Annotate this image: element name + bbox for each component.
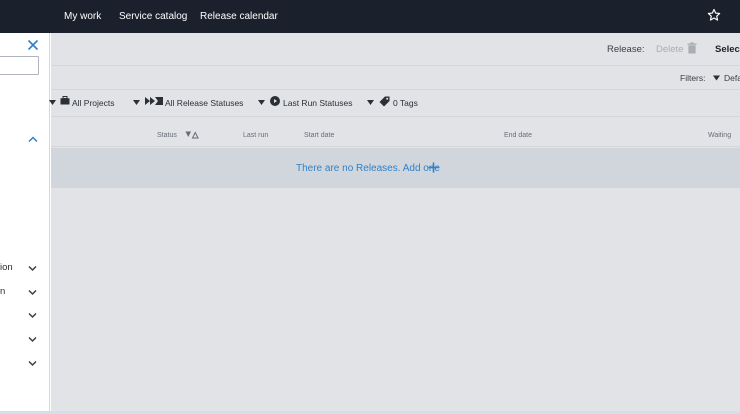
chevron-up-icon[interactable]: [28, 135, 38, 143]
release-label: Release:: [607, 44, 645, 55]
column-start-date[interactable]: Start date: [304, 132, 334, 139]
caret-down-icon[interactable]: [713, 75, 720, 81]
chevron-down-icon: [28, 336, 37, 343]
panel-section-4[interactable]: [0, 332, 50, 348]
select-button[interactable]: Select: [715, 44, 740, 55]
column-last-run[interactable]: Last run: [243, 132, 268, 139]
divider: [51, 65, 740, 66]
delete-button[interactable]: Delete: [656, 44, 683, 55]
chevron-down-icon: [28, 289, 37, 296]
nav-service-catalog[interactable]: Service catalog: [119, 0, 187, 33]
chevron-down-icon: [28, 312, 37, 319]
tags-filter[interactable]: 0 Tags: [393, 96, 418, 110]
trash-icon: [687, 42, 697, 54]
column-waiting[interactable]: Waiting: [708, 132, 731, 139]
divider: [51, 116, 740, 117]
column-status[interactable]: Status: [157, 132, 177, 139]
caret-down-icon[interactable]: [133, 100, 140, 105]
panel-section-3[interactable]: [0, 308, 50, 324]
play-circle-icon: [270, 96, 280, 106]
nav-release-calendar[interactable]: Release calendar: [200, 0, 278, 33]
tag-icon: [379, 96, 390, 107]
caret-down-icon[interactable]: [258, 100, 265, 105]
panel-section-2[interactable]: n: [0, 285, 50, 301]
panel-section-label: ion: [0, 262, 13, 273]
sort-icon[interactable]: [185, 131, 199, 139]
releases-main: Release: Delete Select Filters: Default …: [49, 33, 740, 414]
chevron-down-icon: [28, 360, 37, 367]
close-icon[interactable]: [27, 39, 39, 51]
top-navbar: My work Service catalog Release calendar: [0, 0, 740, 33]
panel-section-label: n: [0, 286, 6, 297]
caret-down-icon[interactable]: [367, 100, 374, 105]
panel-section-5[interactable]: [0, 356, 50, 372]
divider: [51, 89, 740, 90]
release-statuses-filter[interactable]: All Release Statuses: [165, 96, 243, 110]
empty-state-message[interactable]: There are no Releases. Add one: [296, 163, 440, 174]
panel-section-1[interactable]: ion: [0, 261, 50, 277]
nav-my-work[interactable]: My work: [64, 0, 101, 33]
chevron-down-icon: [28, 265, 37, 272]
column-end-date[interactable]: End date: [504, 132, 532, 139]
star-icon[interactable]: [707, 8, 721, 22]
filters-label: Filters:: [680, 73, 706, 83]
side-panel: ion n: [0, 33, 50, 414]
filters-dropdown[interactable]: Default: [724, 73, 740, 83]
panel-search-input[interactable]: [0, 56, 39, 75]
projects-filter[interactable]: All Projects: [72, 96, 115, 110]
release-toolbar: Release: Delete Select: [51, 33, 740, 65]
release-status-icon: [145, 97, 163, 105]
run-statuses-filter[interactable]: Last Run Statuses: [283, 96, 352, 110]
briefcase-icon: [60, 96, 70, 105]
plus-icon[interactable]: [428, 162, 439, 173]
divider: [51, 146, 740, 147]
caret-down-icon[interactable]: [49, 100, 56, 105]
